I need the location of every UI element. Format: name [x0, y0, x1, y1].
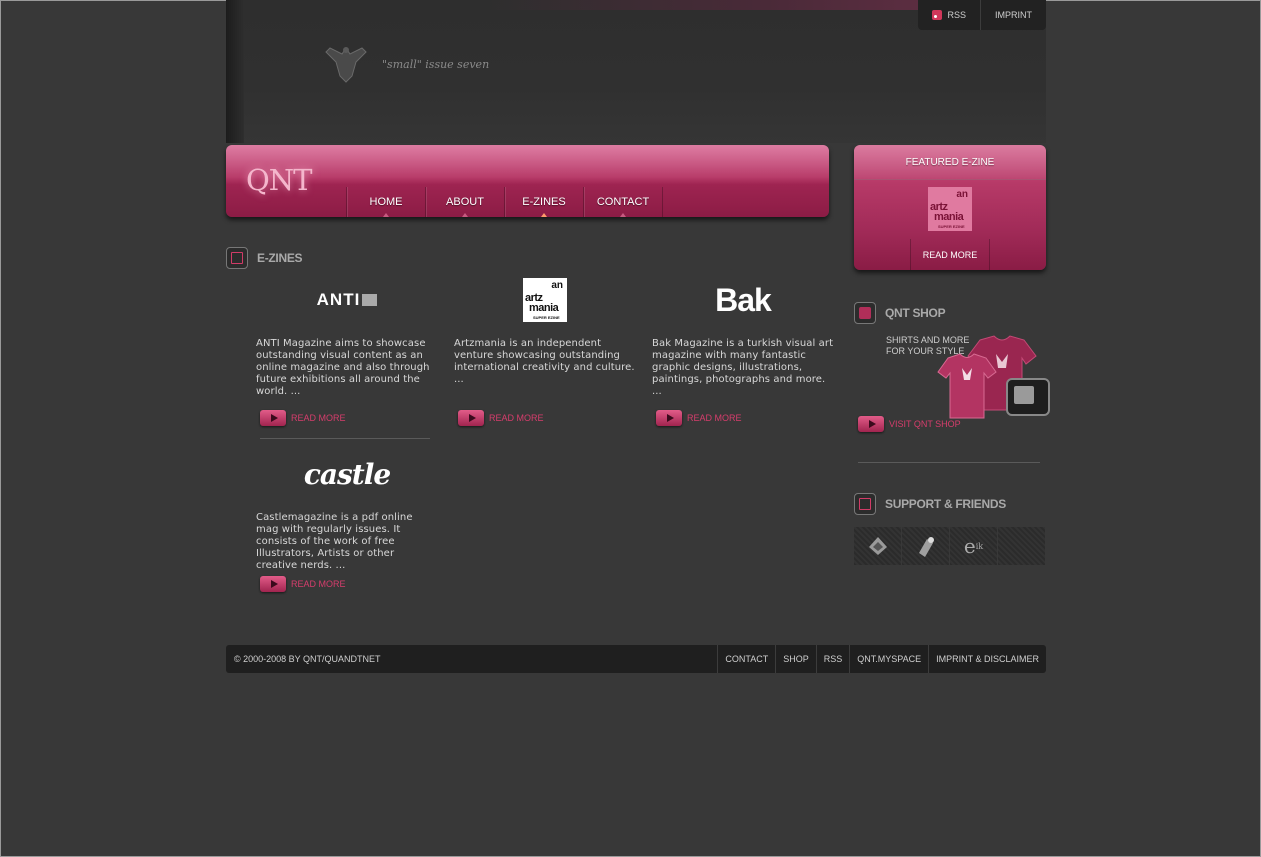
nav-indicator — [462, 213, 468, 217]
featured-logo-line2: mania — [934, 211, 964, 223]
anti-logo-text: ANTI — [316, 290, 361, 309]
footer-links: CONTACT SHOP RSS QNT.MYSPACE IMPRINT & D… — [717, 645, 1046, 673]
support-icon — [854, 493, 876, 515]
featured-ezine-logo[interactable]: an artz mania SUPER EZINE — [928, 187, 972, 231]
ezine-description: Artzmania is an independent venture show… — [454, 338, 635, 385]
support-title-label: SUPPORT & FRIENDS — [885, 497, 1006, 511]
rss-icon — [932, 10, 943, 20]
friend-logo-4[interactable] — [998, 527, 1045, 565]
featured-logo-small: SUPER EZINE — [938, 224, 965, 229]
tshirt-front-icon[interactable] — [936, 352, 998, 422]
ezine-description: Bak Magazine is a turkish visual art mag… — [652, 338, 834, 397]
footer-link-imprint[interactable]: IMPRINT & DISCLAIMER — [928, 645, 1046, 673]
nav-item-ezines[interactable]: E-ZINES — [504, 187, 583, 217]
ezine-card-castle: castle Castlemagazine is a pdf online ma… — [256, 450, 438, 572]
visit-shop-link[interactable]: VISIT QNT SHOP — [858, 416, 961, 432]
sidebar-divider — [858, 462, 1040, 463]
artzmania-logo-small: SUPER EZINE — [533, 315, 560, 320]
nav-indicator — [383, 213, 389, 217]
nav-item-contact[interactable]: CONTACT — [583, 187, 663, 217]
ezine-divider — [260, 438, 430, 439]
read-more-link-artzmania[interactable]: READ MORE — [458, 410, 544, 426]
flashlight-logo-icon — [918, 537, 934, 557]
read-more-label: READ MORE — [291, 579, 346, 589]
castle-logo-text: castle — [303, 457, 391, 491]
top-links: RSS IMPRINT — [918, 0, 1046, 30]
castle-logo[interactable]: castle — [256, 450, 438, 498]
support-section-title: SUPPORT & FRIENDS — [854, 493, 1006, 515]
navbar-shine — [226, 145, 829, 179]
ezine-card-artzmania: an artz mania SUPER EZINE Artzmania is a… — [454, 276, 636, 386]
rss-link-label: RSS — [947, 10, 966, 20]
play-arrow-icon — [858, 416, 884, 432]
bak-logo-text: Bak — [715, 281, 772, 318]
play-arrow-icon — [458, 410, 484, 426]
main-navbar: QNT HOME ABOUT E-ZINES CONTACT — [226, 145, 829, 217]
anti-logo[interactable]: ANTI — [256, 276, 438, 324]
nav-item-label: E-ZINES — [522, 196, 566, 208]
bird-logo-icon — [868, 537, 887, 555]
visit-shop-label: VISIT QNT SHOP — [889, 419, 961, 429]
nav-item-label: CONTACT — [596, 196, 650, 208]
artzmania-logo[interactable]: an artz mania SUPER EZINE — [454, 276, 636, 324]
shop-bag-label — [1014, 386, 1034, 404]
friend-logo-1[interactable] — [854, 527, 901, 565]
play-arrow-icon — [656, 410, 682, 426]
featured-ezine-box: FEATURED E-ZINE an artz mania SUPER EZIN… — [854, 145, 1046, 270]
support-logos: e ik — [854, 527, 1045, 565]
bak-logo[interactable]: Bak — [652, 276, 834, 324]
shop-section-title: QNT SHOP — [854, 302, 946, 324]
footer-link-rss[interactable]: RSS — [815, 645, 850, 673]
ezine-card-anti: ANTI ANTI Magazine aims to showcase outs… — [256, 276, 438, 398]
footer-link-contact[interactable]: CONTACT — [717, 645, 775, 673]
header-shadow — [226, 0, 244, 143]
artzmania-logo-mark: an — [551, 280, 563, 291]
nav-item-label: HOME — [369, 196, 403, 208]
shop-title-label: QNT SHOP — [885, 306, 946, 320]
read-more-link-anti[interactable]: READ MORE — [260, 410, 346, 426]
copyright-text: © 2000-2008 BY QNT/QUANDTNET — [234, 654, 381, 664]
read-more-link-castle[interactable]: READ MORE — [260, 576, 346, 592]
play-arrow-icon — [260, 410, 286, 426]
site-logo[interactable]: QNT — [246, 163, 312, 197]
header-tagline: "small" issue seven — [382, 58, 490, 71]
site-header: "small" issue seven RSS IMPRINT — [226, 0, 1046, 143]
nav-items: HOME ABOUT E-ZINES CONTACT — [346, 187, 663, 217]
ezine-description: Castlemagazine is a pdf online mag with … — [256, 512, 413, 571]
nav-indicator-active — [541, 213, 547, 217]
read-more-label: READ MORE — [687, 413, 742, 423]
ezines-icon — [226, 247, 248, 269]
nav-item-home[interactable]: HOME — [346, 187, 425, 217]
friend-logo-3[interactable]: e ik — [950, 527, 997, 565]
ezine-card-bak: Bak Bak Magazine is a turkish visual art… — [652, 276, 834, 398]
artzmania-logo-line2: mania — [529, 302, 559, 314]
eagle-icon — [325, 47, 367, 83]
footer-link-myspace[interactable]: QNT.MYSPACE — [849, 645, 928, 673]
nav-indicator — [620, 213, 626, 217]
site-footer: © 2000-2008 BY QNT/QUANDTNET CONTACT SHO… — [226, 645, 1046, 673]
ezines-title-label: E-ZINES — [257, 251, 303, 265]
footer-link-shop[interactable]: SHOP — [775, 645, 816, 673]
anti-logo-badge — [362, 294, 378, 306]
imprint-link[interactable]: IMPRINT — [980, 0, 1046, 30]
ezines-section-title: E-ZINES — [226, 247, 303, 269]
nav-item-label: ABOUT — [446, 196, 484, 208]
read-more-label: READ MORE — [291, 413, 346, 423]
read-more-link-bak[interactable]: READ MORE — [656, 410, 742, 426]
read-more-label: READ MORE — [489, 413, 544, 423]
rss-link[interactable]: RSS — [918, 0, 980, 30]
eik-logo-text: e — [963, 534, 976, 558]
nav-item-about[interactable]: ABOUT — [425, 187, 504, 217]
featured-read-more-button[interactable]: READ MORE — [910, 239, 990, 270]
featured-title: FEATURED E-ZINE — [854, 145, 1046, 180]
featured-logo-mark: an — [956, 189, 968, 200]
ezine-description: ANTI Magazine aims to showcase outstandi… — [256, 338, 430, 397]
shop-icon — [854, 302, 876, 324]
imprint-link-label: IMPRINT — [995, 10, 1032, 20]
friend-logo-2[interactable] — [902, 527, 949, 565]
play-arrow-icon — [260, 576, 286, 592]
shop-tagline-line1: SHIRTS AND MORE — [886, 335, 970, 345]
